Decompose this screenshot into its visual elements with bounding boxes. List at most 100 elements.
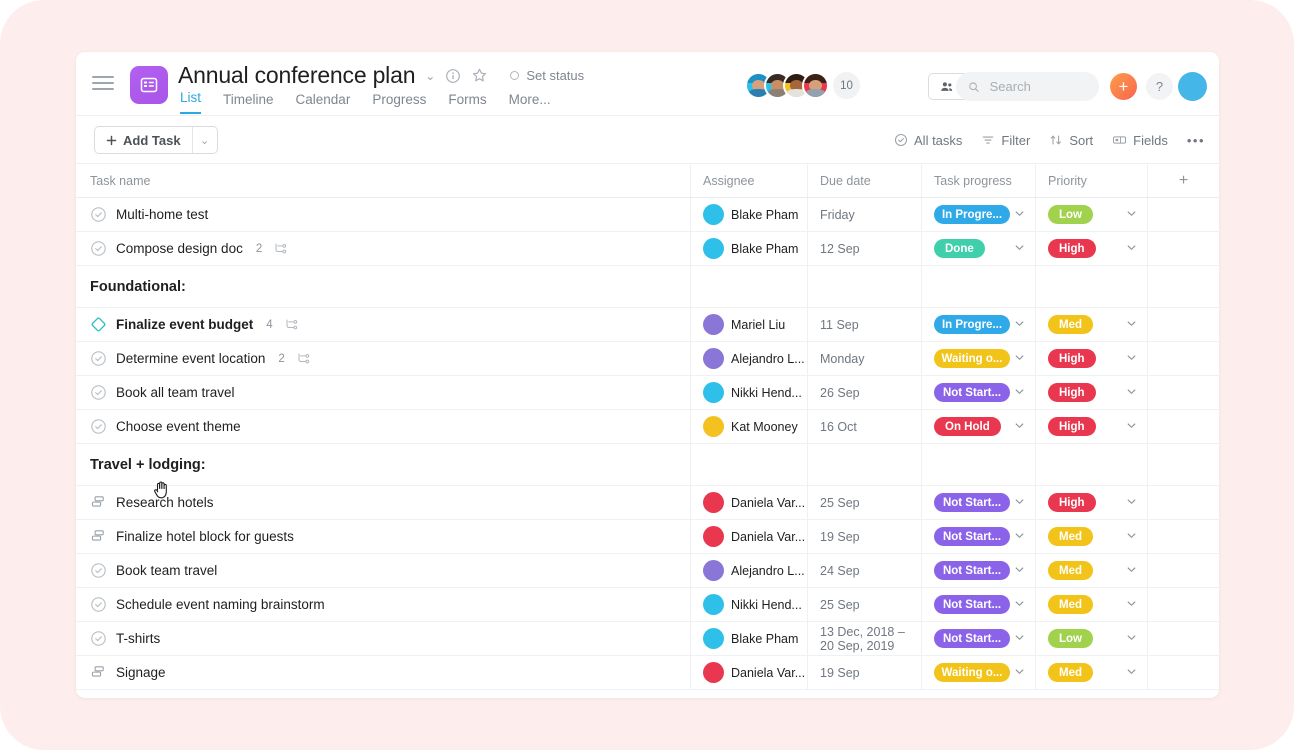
assignee-cell[interactable]: Blake Pham bbox=[690, 198, 807, 231]
priority-cell[interactable]: High bbox=[1035, 486, 1147, 519]
task-name-cell[interactable]: Research hotels bbox=[76, 486, 690, 519]
table-row[interactable]: Signage Daniela Var... 19 Sep Waiting o... M… bbox=[76, 656, 1219, 690]
due-date-cell[interactable]: 19 Sep bbox=[807, 656, 921, 689]
tab-progress[interactable]: Progress bbox=[372, 92, 426, 114]
status-badge[interactable]: Not Start... bbox=[934, 383, 1010, 402]
status-badge[interactable]: In Progre... bbox=[934, 315, 1010, 334]
due-date-cell[interactable]: 25 Sep bbox=[807, 486, 921, 519]
chevron-down-icon[interactable] bbox=[1126, 352, 1137, 366]
more-options-button[interactable]: ••• bbox=[1187, 133, 1205, 148]
priority-badge[interactable]: Med bbox=[1048, 561, 1093, 580]
task-name-cell[interactable]: Signage bbox=[76, 656, 690, 689]
chevron-down-icon[interactable] bbox=[1014, 386, 1025, 400]
chevron-down-icon[interactable] bbox=[1126, 564, 1137, 578]
priority-cell[interactable]: Med bbox=[1035, 520, 1147, 553]
tab-list[interactable]: List bbox=[180, 90, 202, 114]
status-badge[interactable]: On Hold bbox=[934, 417, 1001, 436]
due-date-cell[interactable]: 16 Oct bbox=[807, 410, 921, 443]
priority-badge[interactable]: High bbox=[1048, 383, 1096, 402]
chevron-down-icon[interactable] bbox=[1014, 242, 1025, 256]
help-button[interactable]: ? bbox=[1146, 73, 1173, 100]
quick-add-button[interactable]: + bbox=[1110, 73, 1137, 100]
table-row[interactable]: Schedule event naming brainstorm Nikki He… bbox=[76, 588, 1219, 622]
status-badge[interactable]: Not Start... bbox=[934, 629, 1010, 648]
priority-badge[interactable]: Med bbox=[1048, 595, 1093, 614]
task-name-cell[interactable]: Determine event location 2 bbox=[76, 342, 690, 375]
due-date-cell[interactable]: 25 Sep bbox=[807, 588, 921, 621]
table-row[interactable]: Choose event theme Kat Mooney 16 Oct On Hol… bbox=[76, 410, 1219, 444]
task-name-cell[interactable]: T-shirts bbox=[76, 622, 690, 655]
task-progress-cell[interactable]: Not Start... bbox=[921, 622, 1035, 655]
assignee-cell[interactable]: Blake Pham bbox=[690, 232, 807, 265]
chevron-down-icon[interactable] bbox=[1014, 352, 1025, 366]
assignee-cell[interactable]: Nikki Hend... bbox=[690, 376, 807, 409]
task-progress-cell[interactable]: Not Start... bbox=[921, 520, 1035, 553]
task-name-cell[interactable]: Compose design doc 2 bbox=[76, 232, 690, 265]
table-row[interactable]: Research hotels Daniela Var... 25 Sep Not S… bbox=[76, 486, 1219, 520]
table-row[interactable]: Finalize hotel block for guests Daniela V… bbox=[76, 520, 1219, 554]
task-progress-cell[interactable]: Not Start... bbox=[921, 554, 1035, 587]
priority-badge[interactable]: High bbox=[1048, 239, 1096, 258]
task-progress-cell[interactable]: On Hold bbox=[921, 410, 1035, 443]
chevron-down-icon[interactable] bbox=[1126, 242, 1137, 256]
due-date-cell[interactable]: 19 Sep bbox=[807, 520, 921, 553]
search-input[interactable] bbox=[987, 78, 1087, 95]
task-name-cell[interactable]: Book team travel bbox=[76, 554, 690, 587]
priority-cell[interactable]: Low bbox=[1035, 198, 1147, 231]
chevron-down-icon[interactable] bbox=[1126, 496, 1137, 510]
task-progress-cell[interactable]: Not Start... bbox=[921, 376, 1035, 409]
task-name-cell[interactable]: Book all team travel bbox=[76, 376, 690, 409]
status-badge[interactable]: In Progre... bbox=[934, 205, 1010, 224]
task-progress-cell[interactable]: Not Start... bbox=[921, 588, 1035, 621]
chevron-down-icon[interactable] bbox=[1126, 666, 1137, 680]
due-date-cell[interactable]: 11 Sep bbox=[807, 308, 921, 341]
priority-cell[interactable]: Med bbox=[1035, 554, 1147, 587]
assignee-cell[interactable]: Daniela Var... bbox=[690, 486, 807, 519]
table-row[interactable]: Determine event location 2 Alejandro L... M… bbox=[76, 342, 1219, 376]
task-progress-cell[interactable]: Done bbox=[921, 232, 1035, 265]
tab-forms[interactable]: Forms bbox=[448, 92, 486, 114]
chevron-down-icon[interactable] bbox=[1126, 530, 1137, 544]
avatar[interactable] bbox=[802, 72, 829, 99]
chevron-down-icon[interactable] bbox=[1014, 530, 1025, 544]
task-progress-cell[interactable]: In Progre... bbox=[921, 308, 1035, 341]
task-progress-cell[interactable]: Not Start... bbox=[921, 486, 1035, 519]
chevron-down-icon[interactable] bbox=[1014, 598, 1025, 612]
task-name-cell[interactable]: Finalize event budget 4 bbox=[76, 308, 690, 341]
chevron-down-icon[interactable] bbox=[1126, 386, 1137, 400]
tab-more[interactable]: More... bbox=[509, 92, 551, 114]
chevron-down-icon[interactable] bbox=[1126, 318, 1137, 332]
due-date-cell[interactable]: 13 Dec, 2018 –20 Sep, 2019 bbox=[807, 622, 921, 655]
table-row[interactable]: Book team travel Alejandro L... 24 Sep Not … bbox=[76, 554, 1219, 588]
project-menu-chevron-down-icon[interactable]: ⌄ bbox=[425, 69, 435, 83]
table-row[interactable]: T-shirts Blake Pham 13 Dec, 2018 –20 Sep, … bbox=[76, 622, 1219, 656]
chevron-down-icon[interactable] bbox=[1126, 632, 1137, 646]
priority-badge[interactable]: Med bbox=[1048, 663, 1093, 682]
info-icon[interactable] bbox=[445, 68, 461, 84]
assignee-cell[interactable]: Mariel Liu bbox=[690, 308, 807, 341]
chevron-down-icon[interactable] bbox=[1014, 318, 1025, 332]
status-badge[interactable]: Not Start... bbox=[934, 595, 1010, 614]
due-date-cell[interactable]: 12 Sep bbox=[807, 232, 921, 265]
add-column-button[interactable]: + bbox=[1147, 164, 1219, 197]
priority-cell[interactable]: Low bbox=[1035, 622, 1147, 655]
chevron-down-icon[interactable] bbox=[1014, 496, 1025, 510]
task-progress-cell[interactable]: Waiting o... bbox=[921, 656, 1035, 689]
add-task-button[interactable]: Add Task ⌄ bbox=[94, 126, 218, 154]
chevron-down-icon[interactable] bbox=[1014, 420, 1025, 434]
task-name-cell[interactable]: Finalize hotel block for guests bbox=[76, 520, 690, 553]
chevron-down-icon[interactable] bbox=[1126, 598, 1137, 612]
due-date-cell[interactable]: 26 Sep bbox=[807, 376, 921, 409]
task-name-cell[interactable]: Multi-home test bbox=[76, 198, 690, 231]
due-date-cell[interactable]: 24 Sep bbox=[807, 554, 921, 587]
priority-badge[interactable]: Med bbox=[1048, 527, 1093, 546]
member-count-badge[interactable]: 10 bbox=[833, 72, 860, 99]
chevron-down-icon[interactable] bbox=[1014, 666, 1025, 680]
assignee-cell[interactable]: Daniela Var... bbox=[690, 520, 807, 553]
all-tasks-button[interactable]: All tasks bbox=[894, 133, 962, 148]
status-badge[interactable]: Not Start... bbox=[934, 527, 1010, 546]
chevron-down-icon[interactable] bbox=[1126, 208, 1137, 222]
task-name-cell[interactable]: Choose event theme bbox=[76, 410, 690, 443]
task-progress-cell[interactable]: Waiting o... bbox=[921, 342, 1035, 375]
priority-badge[interactable]: High bbox=[1048, 349, 1096, 368]
